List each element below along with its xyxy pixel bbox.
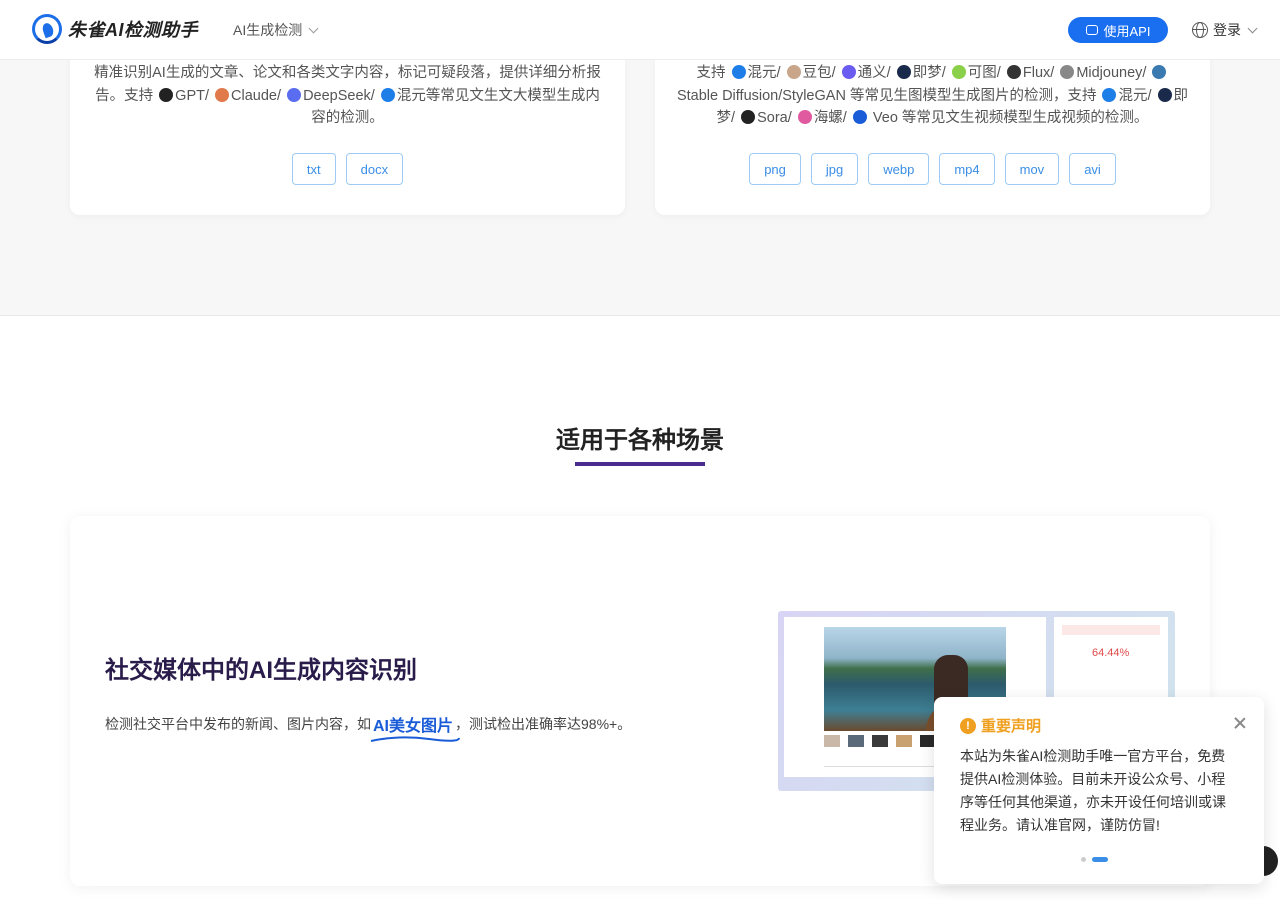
format-tag-webp[interactable]: webp: [868, 153, 930, 185]
veo-icon: [852, 110, 867, 124]
hunyuan-icon: [1102, 87, 1117, 102]
chevron-down-icon: [308, 23, 319, 33]
section-title: 适用于各种场景: [556, 427, 724, 454]
logo-text: 朱雀AI检测助手: [68, 20, 198, 40]
carousel-dots: [1081, 857, 1108, 862]
api-icon: [1085, 25, 1098, 35]
notice-header: ! 重要声明: [960, 715, 1041, 736]
scenario-title: 社交媒体中的AI生成内容识别: [105, 657, 417, 684]
close-icon[interactable]: [1233, 716, 1247, 730]
scenario-highlight: AI美女图片: [370, 712, 460, 742]
stable-diffusion-icon: [1152, 65, 1167, 79]
openai-icon: [159, 87, 174, 102]
claude-icon: [215, 87, 230, 102]
top-header: 朱雀AI检测助手 AI生成检测 使用API 登录: [0, 0, 1280, 60]
use-api-label: 使用API: [1103, 23, 1151, 39]
scenario-description: 检测社交平台中发布的新闻、图片内容，如 AI美女图片 ，测试检出准确率达98%+…: [105, 712, 631, 742]
model-claude: Claude/: [231, 87, 282, 104]
zhuque-logo-icon: [32, 14, 62, 44]
openai-icon: [741, 110, 756, 124]
format-tag-jpg[interactable]: jpg: [810, 153, 859, 185]
demo-ai-probability: 64.44%: [1092, 647, 1130, 659]
carousel-dot[interactable]: [1081, 857, 1086, 862]
login-dropdown[interactable]: 登录: [1192, 20, 1258, 40]
hunyuan-icon: [731, 65, 746, 79]
jimeng-icon: [896, 65, 911, 79]
underline-stroke-icon: [370, 736, 460, 742]
format-tag-png[interactable]: png: [749, 153, 801, 185]
demo-warning-bar: [1062, 625, 1160, 635]
format-tag-docx[interactable]: docx: [345, 153, 404, 185]
doubao-icon: [786, 65, 801, 79]
nav-dropdown-label: AI生成检测: [233, 22, 303, 38]
site-logo[interactable]: 朱雀AI检测助手: [32, 14, 198, 44]
carousel-dot-active[interactable]: [1092, 857, 1108, 862]
model-gpt: GPT/: [175, 87, 210, 104]
chevron-down-icon: [1247, 23, 1258, 33]
section-title-underline: [575, 462, 705, 466]
hailuo-icon: [797, 110, 812, 124]
tongyi-icon: [841, 65, 856, 79]
format-tag-txt[interactable]: txt: [291, 153, 336, 185]
media-detection-description: 支持 混元/ 豆包/ 通义/ 即梦/ 可图/ Flux/ Midjouney/ …: [676, 65, 1189, 126]
important-notice-popup: ! 重要声明 本站为朱雀AI检测助手唯一官方平台，免费提供AI检测体验。目前未开…: [934, 697, 1264, 884]
text-detection-description: 精准识别AI生成的文章、论文和各类文字内容，标记可疑段落，提供详细分析报告。支持…: [94, 65, 601, 126]
login-label: 登录: [1213, 22, 1241, 38]
model-deepseek: DeepSeek/: [303, 87, 375, 104]
format-tag-mp4[interactable]: mp4: [939, 153, 995, 185]
hunyuan-icon: [380, 87, 395, 102]
notice-body: 本站为朱雀AI检测助手唯一官方平台，免费提供AI检测体验。目前未开设公众号、小程…: [960, 748, 1226, 833]
nav-ai-detection-dropdown[interactable]: AI生成检测: [233, 20, 319, 40]
deepseek-icon: [287, 87, 302, 102]
format-tag-avi[interactable]: avi: [1069, 153, 1116, 185]
ketu-icon: [951, 65, 966, 79]
text-format-tags: txt docx: [70, 153, 625, 185]
format-tag-mov[interactable]: mov: [1004, 153, 1060, 185]
notice-title: 重要声明: [981, 718, 1042, 735]
demo-thumbnails: [824, 735, 936, 747]
flux-icon: [1006, 65, 1021, 79]
media-format-tags: png jpg webp mp4 mov avi: [655, 153, 1210, 185]
midjourney-icon: [1060, 65, 1075, 79]
warning-icon: !: [960, 717, 976, 734]
jimeng-icon: [1157, 87, 1172, 102]
globe-icon: [1192, 22, 1208, 38]
use-api-button[interactable]: 使用API: [1068, 17, 1168, 43]
demo-input-line: [824, 757, 944, 767]
